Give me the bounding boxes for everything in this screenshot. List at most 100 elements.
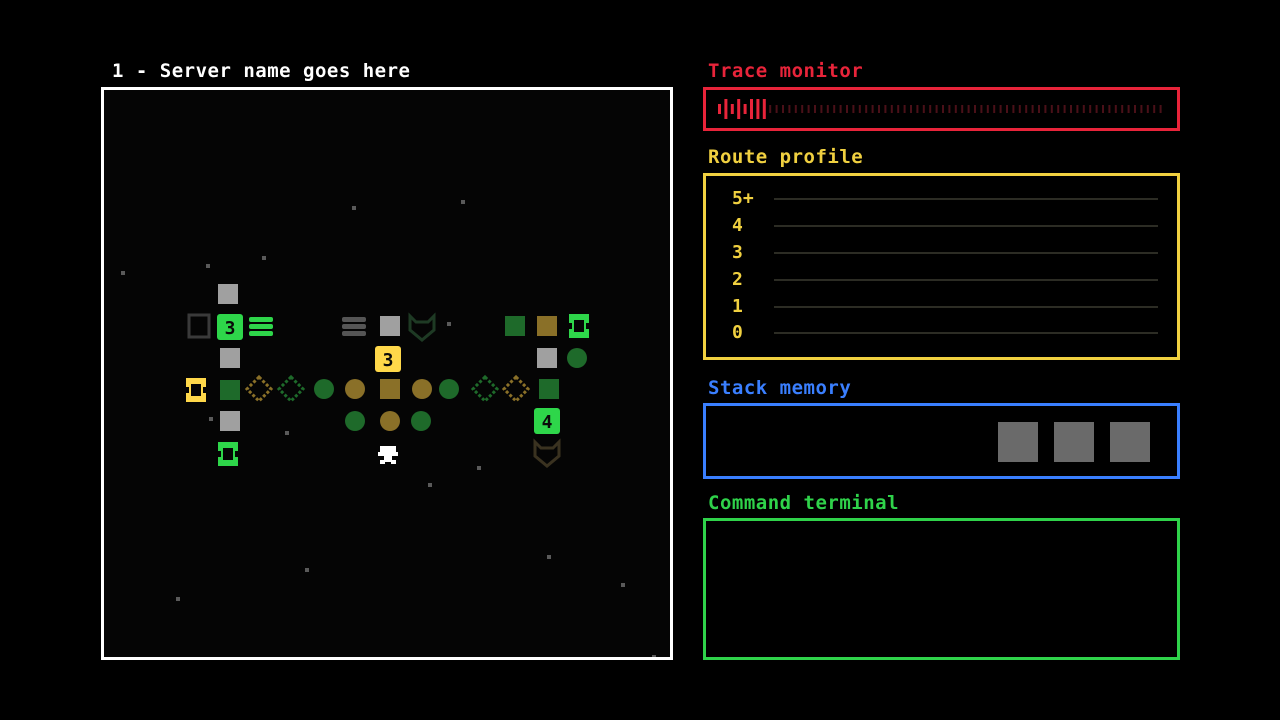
node-dot-green[interactable]: [345, 411, 365, 431]
trace-tick: [1146, 105, 1149, 113]
trace-tick: [1082, 105, 1085, 113]
trace-tick: [916, 105, 919, 113]
node-dot-gold[interactable]: [345, 379, 365, 399]
route-level-label: 0: [732, 322, 743, 343]
trace-tick: [890, 105, 893, 113]
trace-tick: [718, 104, 721, 114]
background-star: [121, 271, 125, 275]
route-profile-title: Route profile: [708, 146, 864, 168]
trace-tick: [1102, 105, 1104, 113]
map-panel[interactable]: 3 3 4: [101, 87, 673, 660]
trace-tick: [826, 105, 829, 113]
node-grey[interactable]: [218, 284, 238, 304]
trace-tick: [750, 99, 753, 119]
trace-tick: [980, 105, 983, 113]
trace-tick: [814, 105, 816, 113]
trace-tick: [846, 105, 848, 113]
route-bar: [774, 332, 1158, 334]
node-grey[interactable]: [220, 348, 240, 368]
badge-3-green-label[interactable]: 3: [225, 318, 236, 339]
database-icon[interactable]: [342, 317, 366, 336]
command-terminal-panel[interactable]: [703, 518, 1180, 660]
trace-tick: [730, 104, 734, 114]
route-level-label: 1: [732, 296, 743, 317]
trace-tick: [935, 105, 938, 113]
trace-tick: [1050, 105, 1053, 113]
link-icon-gold[interactable]: [244, 374, 274, 404]
player-icon[interactable]: [378, 446, 398, 464]
background-star: [285, 431, 289, 435]
map-title: 1 - Server name goes here: [112, 60, 411, 82]
route-bar: [774, 306, 1158, 308]
route-row-5plus: 5+: [706, 189, 1177, 209]
node-gold[interactable]: [380, 379, 400, 399]
trace-tick: [762, 99, 766, 119]
trace-tick: [974, 105, 976, 113]
trace-tick: [852, 105, 855, 113]
trace-tick: [782, 105, 784, 113]
trace-tick: [737, 99, 741, 119]
door-icon-green[interactable]: [218, 442, 238, 466]
trace-monitor-panel: [703, 87, 1180, 131]
command-terminal-title: Command terminal: [708, 492, 900, 514]
trace-tick: [942, 105, 944, 113]
node-grey[interactable]: [380, 316, 400, 336]
node-dot-gold[interactable]: [412, 379, 432, 399]
network-map[interactable]: 3 3 4: [104, 90, 670, 657]
trace-tick: [948, 105, 951, 113]
node-dot-green[interactable]: [567, 348, 587, 368]
door-icon-yellow[interactable]: [186, 378, 206, 402]
trace-tick: [807, 105, 810, 113]
badge-4-green-label[interactable]: 4: [542, 412, 553, 433]
trace-tick: [743, 104, 747, 114]
node-grey[interactable]: [220, 411, 240, 431]
node-dark-green[interactable]: [220, 380, 240, 400]
route-level-label: 5+: [732, 188, 754, 209]
trace-tick: [903, 105, 906, 113]
trace-tick: [878, 105, 880, 113]
route-row-4: 4: [706, 216, 1177, 236]
trace-tick: [1127, 105, 1130, 113]
background-star: [176, 597, 180, 601]
trace-tick: [1057, 105, 1060, 113]
background-star: [621, 583, 625, 587]
route-row-0: 0: [706, 323, 1177, 343]
route-row-1: 1: [706, 297, 1177, 317]
node-dot-gold[interactable]: [380, 411, 400, 431]
trace-tick: [801, 105, 804, 113]
stack-memory-panel: [703, 403, 1180, 479]
trace-tick: [1031, 105, 1034, 113]
route-bar: [774, 198, 1158, 200]
stack-memory-title: Stack memory: [708, 377, 852, 399]
node-dot-green[interactable]: [314, 379, 334, 399]
stack-slot[interactable]: [998, 422, 1038, 462]
node-dark-green[interactable]: [539, 379, 559, 399]
trace-tick: [1114, 105, 1117, 113]
wolf-icon[interactable]: [408, 312, 436, 342]
door-icon-green[interactable]: [569, 314, 589, 338]
background-star: [547, 555, 551, 559]
database-icon[interactable]: [249, 317, 273, 336]
trace-tick: [967, 105, 970, 113]
wolf-icon[interactable]: [533, 438, 561, 468]
node-gold[interactable]: [537, 316, 557, 336]
link-icon-gold[interactable]: [501, 374, 531, 404]
trace-tick: [1063, 105, 1066, 113]
node-grey[interactable]: [537, 348, 557, 368]
trace-tick: [1070, 105, 1072, 113]
node-dark-green[interactable]: [505, 316, 525, 336]
node-dot-green[interactable]: [439, 379, 459, 399]
stack-slot[interactable]: [1054, 422, 1094, 462]
trace-tick: [820, 105, 823, 113]
trace-tick: [1012, 105, 1015, 113]
badge-3-yellow-label[interactable]: 3: [383, 350, 394, 371]
stack-slot[interactable]: [1110, 422, 1150, 462]
firewall-icon[interactable]: [187, 313, 211, 339]
route-level-label: 3: [732, 242, 743, 263]
link-icon-green[interactable]: [470, 374, 500, 404]
trace-tick: [910, 105, 912, 113]
node-dot-green[interactable]: [411, 411, 431, 431]
link-icon-green[interactable]: [276, 374, 306, 404]
trace-tick: [871, 105, 874, 113]
route-bar: [774, 279, 1158, 281]
